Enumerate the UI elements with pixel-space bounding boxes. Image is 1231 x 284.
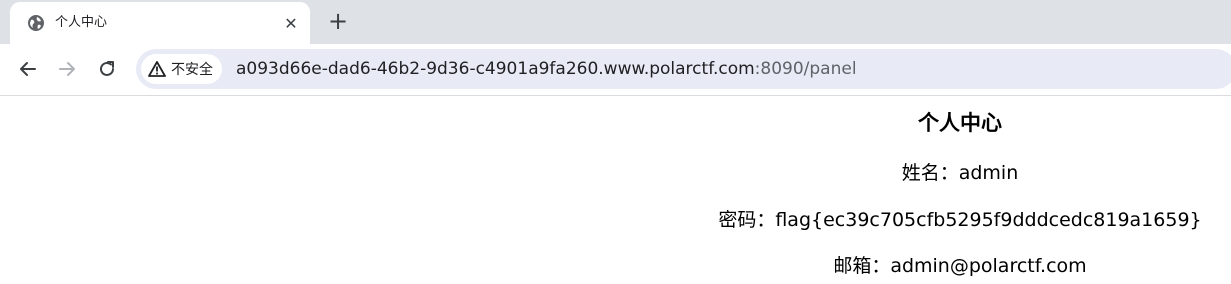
reload-button[interactable] <box>93 55 121 83</box>
back-arrow-icon <box>20 62 36 76</box>
email-field: 邮箱：admin@polarctf.com <box>833 255 1087 277</box>
warning-icon <box>148 61 166 77</box>
globe-icon <box>27 14 45 32</box>
forward-button[interactable] <box>53 55 81 83</box>
security-label: 不安全 <box>171 62 213 78</box>
reload-icon <box>100 61 114 76</box>
plus-icon: + <box>327 7 349 35</box>
tab-strip: 个人中心 ✕ + <box>0 0 1231 44</box>
back-button[interactable] <box>14 55 42 83</box>
close-icon: ✕ <box>284 13 298 33</box>
active-tab[interactable]: 个人中心 ✕ <box>10 2 310 44</box>
close-tab-button[interactable]: ✕ <box>280 12 302 34</box>
url-path: :8090/panel <box>754 59 857 79</box>
forward-arrow-icon <box>59 62 75 76</box>
toolbar: 不安全 a093d66e-dad6-46b2-9d36-c4901a9fa260… <box>0 44 1231 96</box>
page-content: 个人中心 姓名：admin 密码：flag{ec39c705cfb5295f9d… <box>0 96 1231 284</box>
browser-window: 个人中心 ✕ + 不安全 a093d66e-dad6-46b2-9d36-c49… <box>0 0 1231 284</box>
url-host: a093d66e-dad6-46b2-9d36-c4901a9fa260.www… <box>236 59 755 79</box>
security-indicator[interactable]: 不安全 <box>141 54 222 84</box>
address-bar[interactable]: 不安全 a093d66e-dad6-46b2-9d36-c4901a9fa260… <box>136 49 1231 89</box>
new-tab-button[interactable]: + <box>324 7 352 35</box>
url-text[interactable]: a093d66e-dad6-46b2-9d36-c4901a9fa260.www… <box>236 58 857 80</box>
tab-title: 个人中心 <box>55 15 108 30</box>
password-field: 密码：flag{ec39c705cfb5295f9dddcedc819a1659… <box>718 209 1202 231</box>
name-field: 姓名：admin <box>901 162 1019 184</box>
page-heading: 个人中心 <box>918 111 1002 135</box>
